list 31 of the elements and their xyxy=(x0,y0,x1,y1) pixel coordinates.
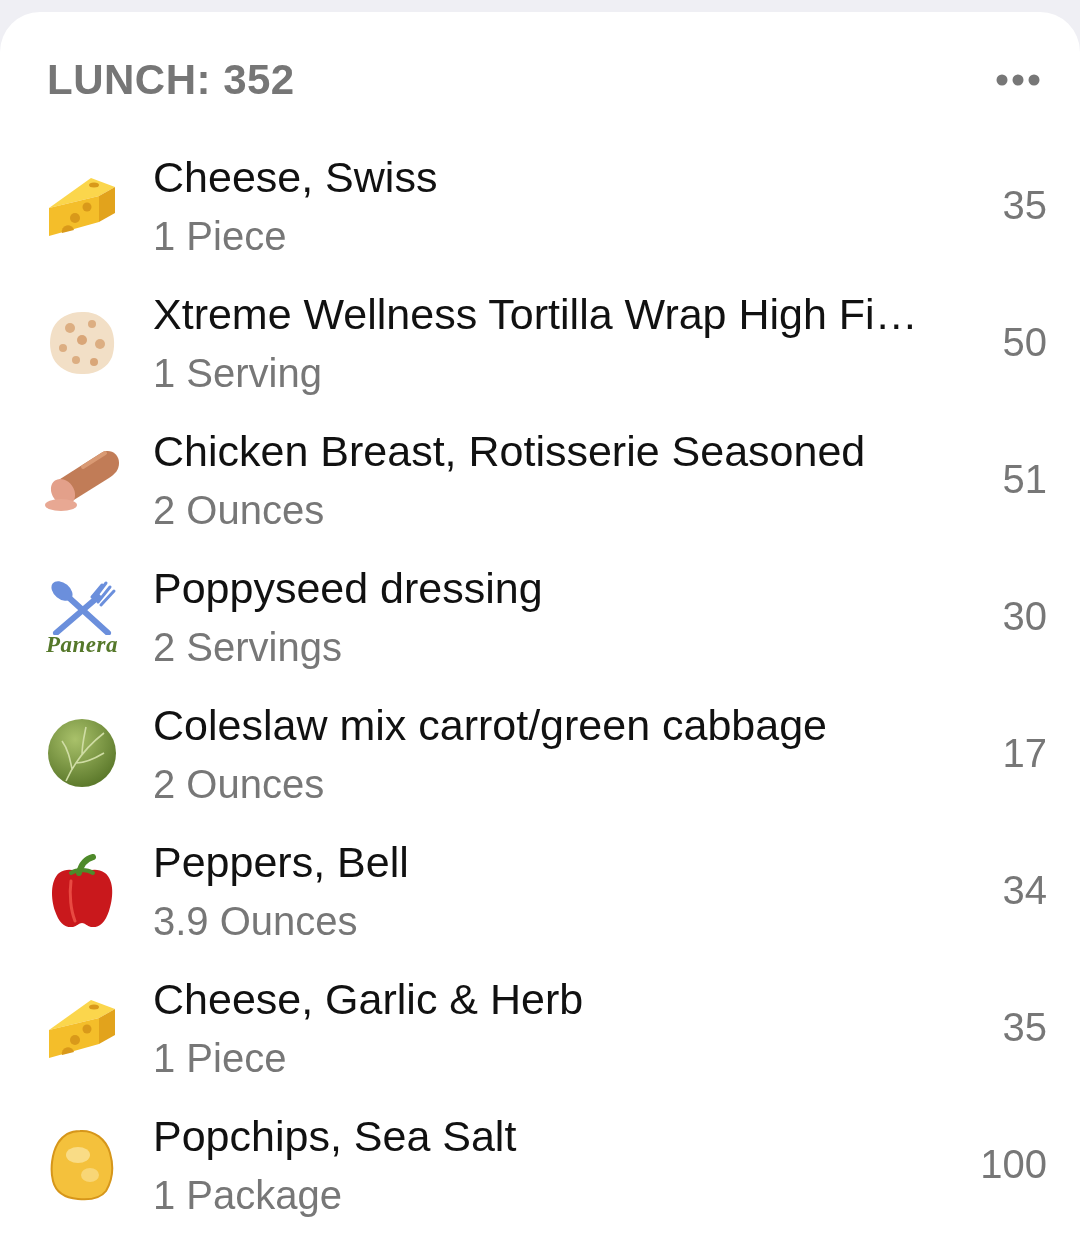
serving-size: 1 Package xyxy=(153,1171,344,1219)
bell-pepper-icon xyxy=(49,852,115,929)
more-icon[interactable] xyxy=(996,73,1040,86)
calorie-count: 35 xyxy=(1002,183,1047,228)
cabbage-icon xyxy=(46,718,118,789)
serving-size: 3.9 Ounces xyxy=(153,897,359,945)
brand-caption: Panera xyxy=(46,634,118,655)
flatbread-icon xyxy=(48,309,116,376)
calorie-count: 35 xyxy=(1002,1005,1047,1050)
calorie-count: 50 xyxy=(1002,320,1047,365)
serving-size: 2 Servings xyxy=(153,623,343,671)
serving-size: 1 Piece xyxy=(153,1034,288,1082)
serving-size: 1 Piece xyxy=(153,212,288,260)
food-name: Chicken Breast, Rotisserie Seasoned xyxy=(153,425,867,477)
calorie-count: 100 xyxy=(980,1142,1047,1187)
meal-title: LUNCH: 352 xyxy=(47,55,295,104)
food-name: Cheese, Garlic & Herb xyxy=(153,973,585,1025)
food-name: Coleslaw mix carrot/green cabbage xyxy=(153,699,828,751)
calorie-count: 51 xyxy=(1002,457,1047,502)
chip-icon xyxy=(50,1128,114,1201)
serving-size: 2 Ounces xyxy=(153,760,326,808)
food-name: Poppyseed dressing xyxy=(153,562,544,614)
food-name: Peppers, Bell xyxy=(153,836,410,888)
food-name: Xtreme Wellness Tortilla Wrap High Fi… xyxy=(153,288,919,340)
food-name: Popchips, Sea Salt xyxy=(153,1110,518,1162)
calorie-count: 34 xyxy=(1002,868,1047,913)
serving-size: 1 Serving xyxy=(153,349,323,397)
calorie-count: 17 xyxy=(1002,731,1047,776)
serving-size: 2 Ounces xyxy=(153,486,326,534)
calorie-count: 30 xyxy=(1002,594,1047,639)
food-name: Cheese, Swiss xyxy=(153,151,439,203)
